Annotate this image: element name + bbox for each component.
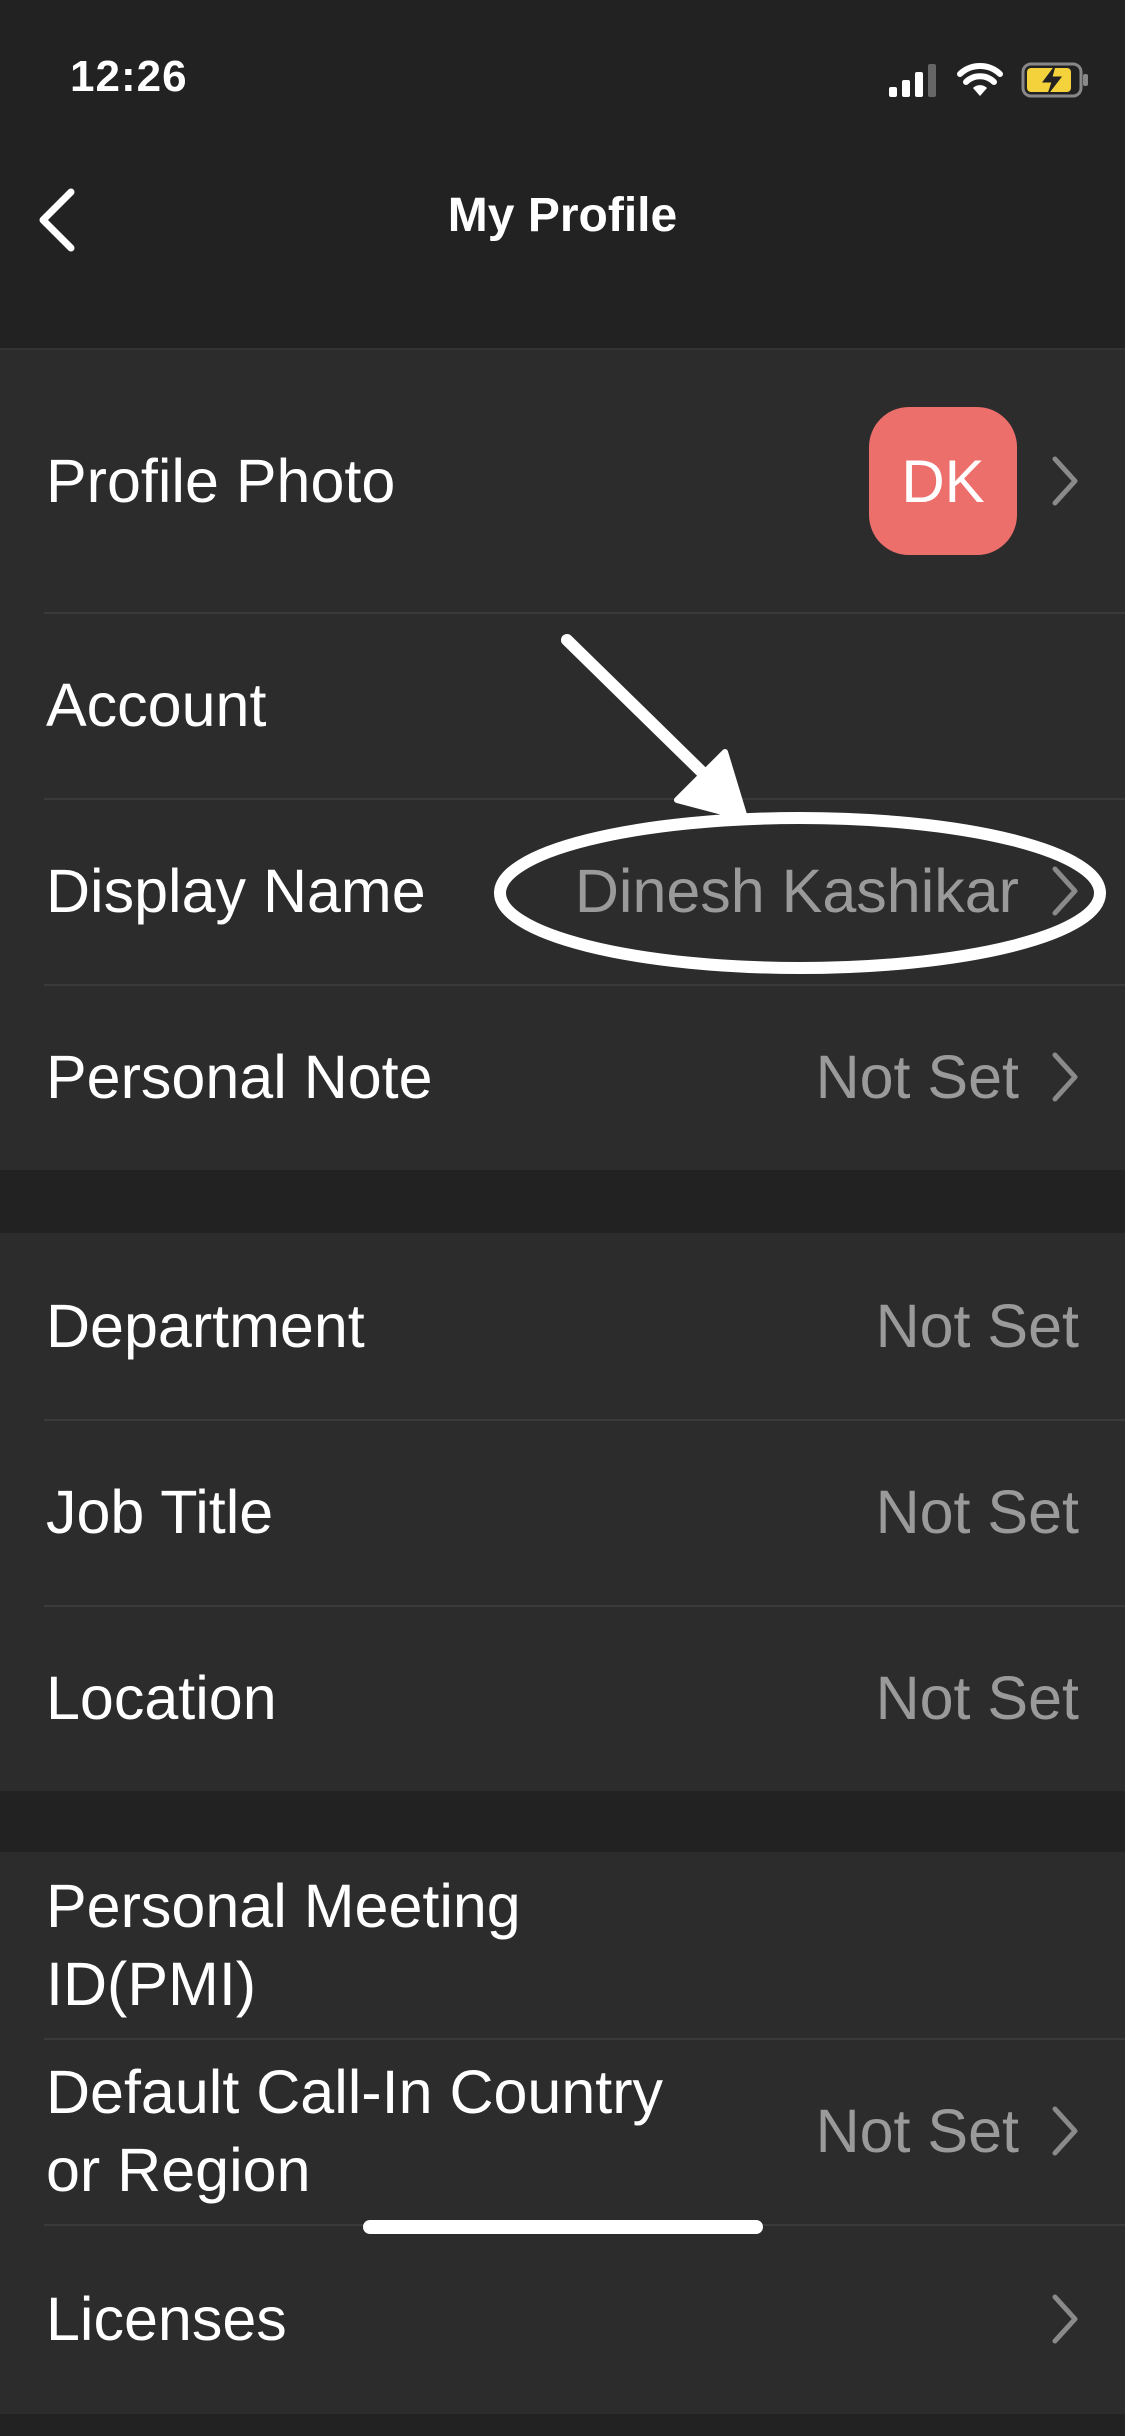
home-indicator: [363, 2220, 763, 2234]
status-bar: 12:26: [0, 0, 1125, 150]
avatar-initials: DK: [901, 447, 985, 515]
job-title-label: Job Title: [46, 1478, 274, 1546]
page-title: My Profile: [447, 189, 678, 242]
location-label: Location: [46, 1664, 277, 1732]
meeting-group: Personal Meeting ID(PMI) Default Call-In…: [0, 1852, 1125, 2414]
profile-group: Profile Photo DK Account Display Name Di…: [0, 350, 1125, 1170]
screen: 12:26 My Profile Profile Photo DK Accoun…: [0, 0, 1125, 2436]
organization-group: Department Not Set Job Title Not Set Loc…: [0, 1233, 1125, 1791]
location-row: Location Not Set: [0, 1605, 1125, 1791]
display-name-value: Dinesh Kashikar: [574, 857, 1019, 925]
chevron-right-icon: [1052, 2106, 1078, 2156]
display-name-row[interactable]: Display Name Dinesh Kashikar: [0, 798, 1125, 984]
battery-charging-icon: [1021, 62, 1091, 103]
display-name-label: Display Name: [46, 857, 426, 925]
call-in-country-label: Default Call-In Country or Region: [46, 2058, 664, 2204]
personal-note-value: Not Set: [815, 1043, 1019, 1111]
licenses-label: Licenses: [46, 2285, 287, 2353]
licenses-row[interactable]: Licenses: [0, 2224, 1125, 2414]
wifi-icon: [957, 62, 1003, 102]
profile-photo-label: Profile Photo: [46, 447, 396, 515]
pmi-row: Personal Meeting ID(PMI): [0, 1852, 1125, 2038]
chevron-right-icon: [1052, 1052, 1078, 1102]
personal-note-label: Personal Note: [46, 1043, 433, 1111]
signal-icon: [889, 63, 939, 102]
job-title-value: Not Set: [875, 1478, 1079, 1546]
job-title-row: Job Title Not Set: [0, 1419, 1125, 1605]
profile-photo-row[interactable]: Profile Photo DK: [0, 350, 1125, 612]
account-row: Account: [0, 612, 1125, 798]
call-in-country-value: Not Set: [815, 2097, 1019, 2165]
department-row: Department Not Set: [0, 1233, 1125, 1419]
avatar[interactable]: DK: [869, 407, 1017, 555]
status-time: 12:26: [70, 52, 188, 101]
department-label: Department: [46, 1292, 365, 1360]
department-value: Not Set: [875, 1292, 1079, 1360]
personal-note-row[interactable]: Personal Note Not Set: [0, 984, 1125, 1170]
chevron-right-icon: [1052, 866, 1078, 916]
call-in-country-row[interactable]: Default Call-In Country or Region Not Se…: [0, 2038, 1125, 2224]
pmi-label: Personal Meeting ID(PMI): [46, 1872, 521, 2018]
location-value: Not Set: [875, 1664, 1079, 1732]
chevron-right-icon: [1052, 456, 1078, 506]
account-label: Account: [46, 671, 267, 739]
nav-bar: My Profile: [0, 150, 1125, 350]
status-icons: [889, 62, 1091, 102]
chevron-right-icon: [1052, 2294, 1078, 2344]
